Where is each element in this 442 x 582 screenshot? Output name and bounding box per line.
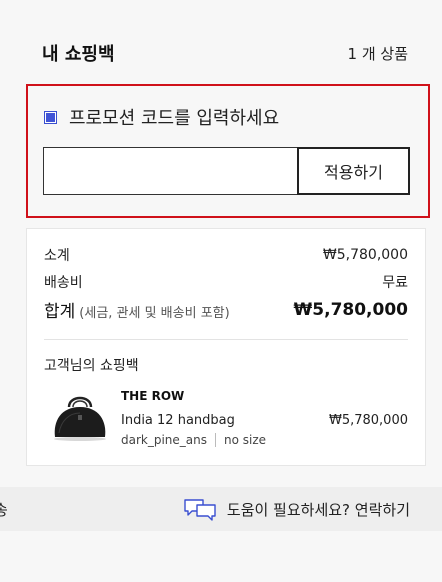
product-meta: dark_pine_ans no size [121,433,266,447]
help-text[interactable]: 도움이 필요하세요? 연락하기 [227,499,410,520]
total-value: ₩5,780,000 [293,299,408,320]
bag-section-title: 고객님의 쇼핑백 [44,358,139,374]
product-size: no size [224,433,267,447]
promo-toggle[interactable]: 프로모션 코드를 입력하세요 [44,104,279,130]
subtotal-label: 소계 [44,248,70,264]
product-name[interactable]: India 12 handbag [121,413,235,428]
total-row: 합계 (세금, 관세 및 배송비 포함) ₩5,780,000 [44,297,408,323]
chat-bubbles-icon [184,499,216,521]
promo-code-input[interactable] [43,147,299,195]
promo-label[interactable]: 프로모션 코드를 입력하세요 [69,104,279,130]
product-brand[interactable]: THE ROW [121,389,184,403]
shipping-value: 무료 [382,275,408,291]
product-color: dark_pine_ans [121,433,208,447]
order-summary: 소계 ₩5,780,000 배송비 무료 합계 (세금, 관세 및 배송비 포함)… [26,228,426,466]
item-count: 1 개 상품 [347,44,408,63]
subtotal-row: 소계 ₩5,780,000 [44,245,408,265]
meta-separator [215,433,217,447]
checkbox-checked-mark [46,112,55,122]
divider [44,339,408,340]
shipping-label: 배송비 [44,275,83,291]
total-label: 합계 [44,302,76,322]
black-handbag-image[interactable] [49,389,111,443]
subtotal-value: ₩5,780,000 [322,247,408,263]
help-left-fragment: 송 [0,500,8,519]
promo-section: 프로모션 코드를 입력하세요 적용하기 [26,84,430,218]
help-bar: 송 도움이 필요하세요? 연락하기 [0,487,442,531]
total-note: (세금, 관세 및 배송비 포함) [79,306,230,321]
page-title: 내 쇼핑백 [42,44,115,65]
contact-link[interactable]: 도움이 필요하세요? 연락하기 [183,497,410,521]
promo-checkbox[interactable] [44,110,57,124]
apply-button[interactable]: 적용하기 [297,147,410,195]
bag-header: 내 쇼핑백 1 개 상품 [26,38,416,68]
product-price: ₩5,780,000 [328,413,408,428]
shipping-row: 배송비 무료 [44,272,408,292]
